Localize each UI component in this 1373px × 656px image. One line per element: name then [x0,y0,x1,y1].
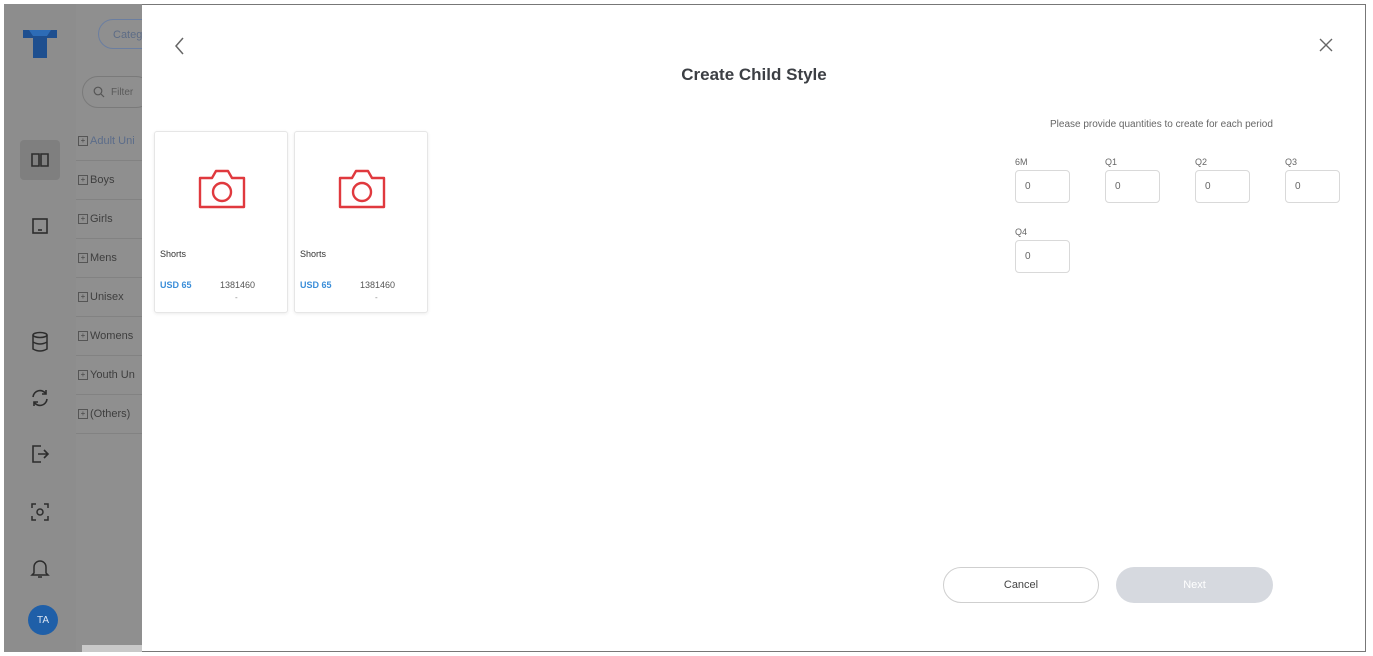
tree-item-label: (Others) [90,408,131,420]
style-name: Shorts [300,249,327,259]
style-code: 1381460 [360,280,396,290]
close-button[interactable] [1316,35,1336,55]
quantity-input-q4[interactable] [1015,240,1070,273]
quantities-instruction: Please provide quantities to create for … [1050,119,1273,130]
search-icon [93,86,105,98]
quantity-input-q2[interactable] [1195,170,1250,203]
filter-placeholder: Filter [111,86,134,98]
app-logo [21,26,59,65]
app-sidebar: TA [4,4,77,652]
style-price: USD 65 [160,280,192,290]
panel-scrollbar[interactable] [82,645,142,652]
create-child-style-modal: Create Child Style Shorts USD 65 1381460… [142,4,1366,652]
tree-item-label: Girls [90,213,113,225]
tree-item-label: Youth Un [90,369,135,381]
style-extra: - [375,293,378,302]
style-extra: - [235,293,238,302]
book-icon[interactable] [26,146,54,174]
tree-item-youth-unisex[interactable]: + Youth Un [76,356,144,395]
category-panel: Categ Filter + Adult Uni + Boys + Girls + Me… [76,4,158,652]
tree-item-adult-unisex[interactable]: + Adult Uni [76,122,144,161]
camera-icon [198,169,246,209]
expand-icon: + [78,253,88,263]
tree-item-label: Unisex [90,291,124,303]
chevron-left-icon [175,37,184,55]
cancel-button[interactable]: Cancel [943,567,1099,603]
expand-icon: + [78,214,88,224]
period-label-q1: Q1 [1105,157,1118,167]
tree-item-boys[interactable]: + Boys [76,161,144,200]
quantity-input-6m[interactable] [1015,170,1070,203]
modal-title: Create Child Style [681,65,827,84]
database-icon[interactable] [26,328,54,356]
tree-item-others[interactable]: + (Others) [76,395,144,434]
style-card[interactable]: Shorts USD 65 1381460 - [294,131,428,313]
tree-item-label: Boys [90,174,115,186]
tree-item-label: Mens [90,252,117,264]
period-label-q4: Q4 [1015,227,1028,237]
bell-icon[interactable] [26,554,54,582]
export-icon[interactable] [26,440,54,468]
camera-icon [338,169,386,209]
period-label-q2: Q2 [1195,157,1208,167]
style-code: 1381460 [220,280,256,290]
close-icon [1319,38,1333,52]
expand-icon: + [78,331,88,341]
period-label-q3: Q3 [1285,157,1298,167]
expand-icon: + [78,292,88,302]
style-price: USD 65 [300,280,332,290]
quantity-input-q3[interactable] [1285,170,1340,203]
expand-icon: + [78,136,88,146]
tree-item-unisex[interactable]: + Unisex [76,278,144,317]
style-name: Shorts [160,249,187,259]
period-label-6m: 6M [1015,157,1028,167]
tree-item-womens[interactable]: + Womens [76,317,144,356]
next-button[interactable]: Next [1116,567,1273,603]
style-card[interactable]: Shorts USD 65 1381460 - [154,131,288,313]
tree-item-label: Adult Uni [90,135,135,147]
sync-icon[interactable] [26,384,54,412]
expand-icon: + [78,175,88,185]
scan-icon[interactable] [26,498,54,526]
back-button[interactable] [170,35,190,57]
tree-item-label: Womens [90,330,134,342]
expand-icon: + [78,370,88,380]
user-avatar[interactable]: TA [28,605,58,635]
quantity-input-q1[interactable] [1105,170,1160,203]
tree-item-mens[interactable]: + Mens [76,239,144,278]
expand-icon: + [78,409,88,419]
tree-item-girls[interactable]: + Girls [76,200,144,239]
laptop-icon[interactable] [26,212,54,240]
